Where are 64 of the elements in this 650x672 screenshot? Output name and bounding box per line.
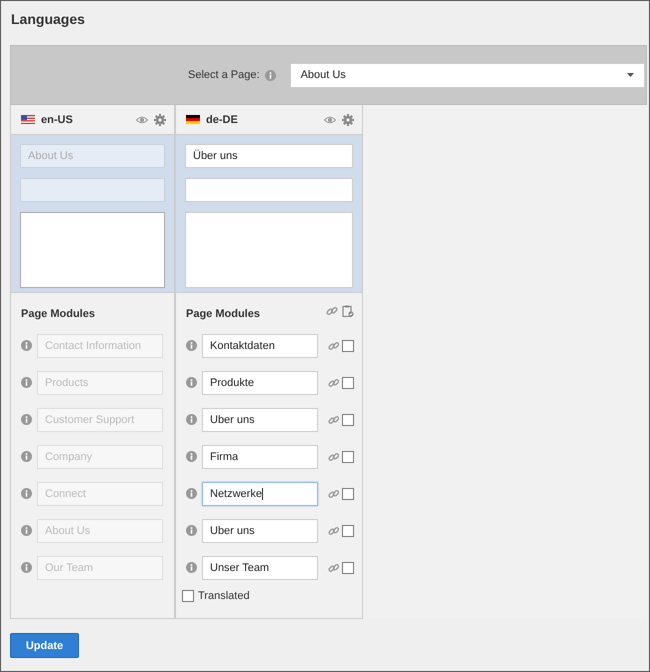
link-icon[interactable] xyxy=(326,305,338,317)
info-icon[interactable] xyxy=(21,377,32,388)
link-icon[interactable] xyxy=(328,376,340,388)
link-icon[interactable] xyxy=(328,340,340,352)
info-icon[interactable] xyxy=(264,70,276,80)
settings-icon[interactable] xyxy=(342,114,354,126)
language-code: en-US xyxy=(41,114,74,126)
checkbox[interactable] xyxy=(342,524,354,536)
info-icon[interactable] xyxy=(186,377,197,388)
checkbox[interactable] xyxy=(342,450,354,462)
input-field[interactable] xyxy=(185,178,353,202)
link-icon[interactable] xyxy=(328,450,340,462)
info-icon[interactable] xyxy=(21,525,32,536)
section-heading: Page Modules xyxy=(21,307,96,320)
text-area[interactable] xyxy=(185,212,353,288)
module-field: About Us xyxy=(37,518,163,542)
module-field: Connect xyxy=(37,482,163,506)
info-icon[interactable] xyxy=(186,414,197,425)
info-icon[interactable] xyxy=(21,488,32,499)
checkbox[interactable] xyxy=(342,340,354,352)
module-field[interactable]: Uber uns xyxy=(202,408,318,432)
link-icon[interactable] xyxy=(328,414,340,426)
checkbox[interactable] xyxy=(182,590,194,602)
info-icon[interactable] xyxy=(186,488,197,499)
checkbox-label: Translated xyxy=(198,590,250,602)
module-field[interactable]: Uber uns xyxy=(202,518,318,542)
info-icon[interactable] xyxy=(21,340,32,351)
info-icon[interactable] xyxy=(21,414,32,425)
link-icon[interactable] xyxy=(328,488,340,500)
module-field: Contact Information xyxy=(37,334,163,358)
title-field: About Us xyxy=(20,144,165,168)
flag-icon xyxy=(186,115,200,124)
module-field[interactable]: Unser Team xyxy=(202,556,318,580)
page-title: Languages xyxy=(11,11,86,29)
info-icon[interactable] xyxy=(186,451,197,462)
settings-icon[interactable] xyxy=(154,114,166,126)
page-dropdown[interactable]: About Us xyxy=(290,62,645,88)
module-field: Company xyxy=(37,444,163,468)
checkbox[interactable] xyxy=(342,414,354,426)
clipboard-check-icon[interactable] xyxy=(342,305,354,317)
flag-icon xyxy=(21,115,35,124)
title-field[interactable]: Über uns xyxy=(185,144,353,168)
info-icon[interactable] xyxy=(21,451,32,462)
checkbox[interactable] xyxy=(342,376,354,388)
module-field[interactable]: Produkte xyxy=(202,370,318,394)
section-heading: Page Modules xyxy=(186,307,261,320)
info-icon[interactable] xyxy=(21,562,32,573)
module-field: Products xyxy=(37,370,163,394)
language-code: de-DE xyxy=(206,114,239,126)
checkbox[interactable] xyxy=(342,488,354,500)
checkbox[interactable] xyxy=(342,562,354,574)
link-icon[interactable] xyxy=(328,524,340,536)
update-button[interactable]: Update xyxy=(10,633,79,658)
module-field[interactable]: Firma xyxy=(202,444,318,468)
info-icon[interactable] xyxy=(186,562,197,573)
module-field[interactable]: Kontaktdaten xyxy=(202,334,318,358)
module-field: Our Team xyxy=(37,556,163,580)
info-icon[interactable] xyxy=(186,525,197,536)
select-label: Select a Page: xyxy=(188,69,260,81)
module-field[interactable]: Netzwerke xyxy=(202,482,318,506)
link-icon[interactable] xyxy=(328,562,340,574)
module-field: Customer Support xyxy=(37,408,163,432)
caret-icon xyxy=(626,73,634,77)
info-icon[interactable] xyxy=(186,340,197,351)
